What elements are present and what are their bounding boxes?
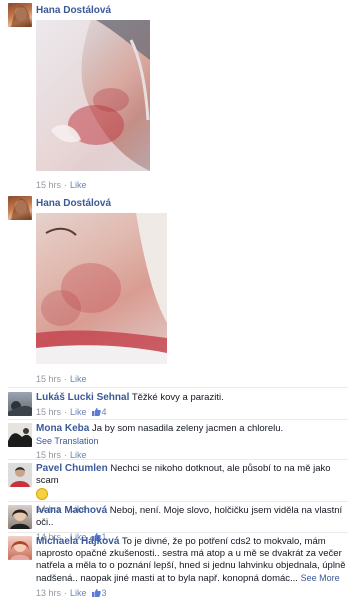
see-translation-link[interactable]: See Translation	[36, 435, 348, 447]
profile-photo	[8, 401, 32, 416]
divider	[8, 532, 348, 533]
like-link[interactable]: Like	[70, 180, 87, 190]
post-author[interactable]: Hana Dostálová	[36, 198, 111, 209]
avatar[interactable]	[8, 3, 32, 27]
avatar[interactable]	[8, 196, 32, 220]
comment-author[interactable]: Lukáš Lucki Sehnal	[36, 392, 129, 403]
separator-dot: ·	[64, 407, 68, 417]
baby-face-image	[36, 213, 167, 364]
post-meta: 15 hrs · Like	[36, 180, 87, 190]
profile-photo	[11, 199, 31, 220]
avatar[interactable]	[8, 463, 32, 487]
like-count[interactable]: 4	[102, 406, 107, 418]
comment-author[interactable]: Ivana Machová	[36, 505, 107, 516]
avatar[interactable]	[8, 392, 32, 416]
profile-photo	[10, 540, 30, 560]
avatar[interactable]	[8, 536, 32, 560]
comment-author[interactable]: Mona Keba	[36, 423, 89, 434]
profile-photo	[11, 6, 31, 27]
post-time[interactable]: 15 hrs	[36, 374, 61, 384]
comment-text: Těžké kovy a paraziti.	[131, 392, 224, 403]
smile-emoji-icon	[36, 488, 48, 500]
comment: Mona Keba Ja by som nasadila zeleny jacm…	[8, 423, 348, 460]
divider	[8, 419, 348, 420]
post-author[interactable]: Hana Dostálová	[36, 5, 111, 16]
comment: Lukáš Lucki Sehnal Těžké kovy a paraziti…	[8, 392, 348, 418]
comment-text: Ja by som nasadila zeleny jacmen a chlor…	[91, 423, 284, 434]
divider	[8, 459, 348, 460]
avatar[interactable]	[8, 505, 32, 529]
thumbs-up-icon	[91, 589, 101, 597]
profile-photo	[10, 509, 30, 529]
baby-neck-image	[36, 20, 150, 171]
thumbs-up-icon	[91, 408, 101, 416]
comment-author[interactable]: Pavel Chumlen	[36, 463, 108, 474]
comment-time[interactable]: 13 hrs	[36, 587, 61, 599]
comment-author[interactable]: Michaela Hájková	[36, 536, 119, 547]
comment: Ivana Machová Neboj, není. Moje slovo, h…	[8, 505, 348, 542]
profile-photo	[8, 428, 32, 447]
post-meta: 15 hrs · Like	[36, 374, 87, 384]
like-link[interactable]: Like	[70, 587, 87, 599]
comment: Pavel Chumlen Nechci se nikoho dotknout,…	[8, 463, 348, 514]
separator-dot: ·	[64, 180, 68, 190]
comment-meta: 13 hrs · Like 3	[36, 587, 348, 599]
post-photo[interactable]	[36, 20, 150, 171]
comment: Michaela Hájková To je divné, že po potř…	[8, 536, 348, 598]
see-more-link[interactable]: See More	[301, 573, 340, 583]
separator-dot: ·	[64, 374, 68, 384]
divider	[8, 387, 348, 388]
avatar[interactable]	[8, 423, 32, 447]
like-count[interactable]: 3	[102, 587, 107, 599]
profile-photo	[10, 467, 30, 487]
divider	[8, 501, 348, 502]
like-link[interactable]: Like	[70, 374, 87, 384]
post-photo[interactable]	[36, 213, 167, 364]
post-time[interactable]: 15 hrs	[36, 180, 61, 190]
like-link[interactable]: Like	[70, 406, 87, 418]
comment-meta: 15 hrs · Like 4	[36, 406, 348, 418]
comment-time[interactable]: 15 hrs	[36, 406, 61, 418]
separator-dot: ·	[64, 588, 68, 598]
